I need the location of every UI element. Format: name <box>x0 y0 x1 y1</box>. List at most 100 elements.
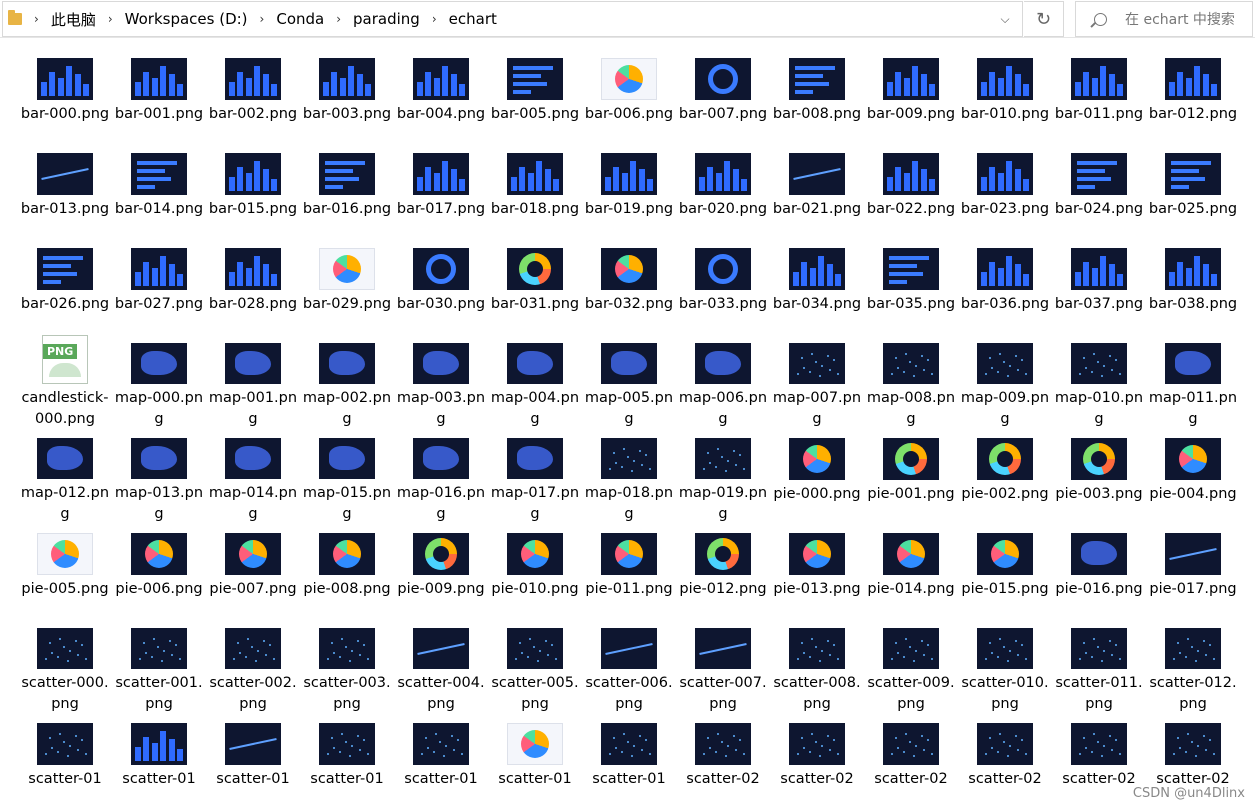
file-item[interactable]: scatter-003.png <box>300 620 394 715</box>
file-item[interactable]: map-015.png <box>300 430 394 525</box>
file-item[interactable]: pie-010.png <box>488 525 582 620</box>
file-item[interactable]: map-000.png <box>112 335 206 430</box>
file-item[interactable]: map-007.png <box>770 335 864 430</box>
file-item[interactable]: map-016.png <box>394 430 488 525</box>
chevron-right-icon[interactable]: › <box>260 12 265 26</box>
file-item[interactable]: map-002.png <box>300 335 394 430</box>
file-item[interactable]: map-008.png <box>864 335 958 430</box>
file-item[interactable]: bar-037.png <box>1052 240 1146 335</box>
file-item[interactable]: bar-001.png <box>112 50 206 145</box>
file-item[interactable]: scatter-004.png <box>394 620 488 715</box>
file-item[interactable]: scatter-01 <box>488 715 582 805</box>
file-item[interactable]: scatter-01 <box>18 715 112 805</box>
file-item[interactable]: bar-011.png <box>1052 50 1146 145</box>
file-item[interactable]: bar-024.png <box>1052 145 1146 240</box>
breadcrumb-parading[interactable]: parading <box>353 10 420 28</box>
file-item[interactable]: pie-002.png <box>958 430 1052 525</box>
file-item[interactable]: pie-003.png <box>1052 430 1146 525</box>
file-item[interactable]: bar-006.png <box>582 50 676 145</box>
file-item[interactable]: bar-026.png <box>18 240 112 335</box>
file-item[interactable]: scatter-008.png <box>770 620 864 715</box>
file-item[interactable]: bar-004.png <box>394 50 488 145</box>
breadcrumb-drive[interactable]: Workspaces (D:) <box>125 10 248 28</box>
file-item[interactable]: pie-009.png <box>394 525 488 620</box>
file-item[interactable]: pie-013.png <box>770 525 864 620</box>
file-item[interactable]: pie-000.png <box>770 430 864 525</box>
file-item[interactable]: scatter-01 <box>112 715 206 805</box>
file-item[interactable]: scatter-002.png <box>206 620 300 715</box>
file-item[interactable]: bar-033.png <box>676 240 770 335</box>
file-item[interactable]: bar-003.png <box>300 50 394 145</box>
file-item[interactable]: map-019.png <box>676 430 770 525</box>
chevron-down-icon[interactable]: ⌵ <box>988 2 1022 36</box>
chevron-right-icon[interactable]: › <box>432 12 437 26</box>
file-item[interactable]: bar-030.png <box>394 240 488 335</box>
file-item[interactable]: bar-013.png <box>18 145 112 240</box>
breadcrumb-this-pc[interactable]: 此电脑 <box>51 9 96 30</box>
file-item[interactable]: bar-035.png <box>864 240 958 335</box>
file-item[interactable]: bar-012.png <box>1146 50 1240 145</box>
file-item[interactable]: map-005.png <box>582 335 676 430</box>
file-item[interactable]: bar-029.png <box>300 240 394 335</box>
file-item[interactable]: bar-025.png <box>1146 145 1240 240</box>
file-item[interactable]: bar-027.png <box>112 240 206 335</box>
refresh-button[interactable]: ↻ <box>1024 1 1064 37</box>
file-item[interactable]: scatter-009.png <box>864 620 958 715</box>
file-item[interactable]: pie-017.png <box>1146 525 1240 620</box>
file-item[interactable]: scatter-02 <box>958 715 1052 805</box>
file-item[interactable]: bar-028.png <box>206 240 300 335</box>
file-item[interactable]: pie-012.png <box>676 525 770 620</box>
file-item[interactable]: bar-032.png <box>582 240 676 335</box>
file-item[interactable]: bar-038.png <box>1146 240 1240 335</box>
file-item[interactable]: bar-009.png <box>864 50 958 145</box>
file-item[interactable]: bar-017.png <box>394 145 488 240</box>
file-item[interactable]: bar-010.png <box>958 50 1052 145</box>
file-item[interactable]: bar-034.png <box>770 240 864 335</box>
file-item[interactable]: bar-022.png <box>864 145 958 240</box>
file-item[interactable]: pie-007.png <box>206 525 300 620</box>
file-item[interactable]: bar-020.png <box>676 145 770 240</box>
file-item[interactable]: map-010.png <box>1052 335 1146 430</box>
file-item[interactable]: scatter-02 <box>864 715 958 805</box>
file-item[interactable]: scatter-001.png <box>112 620 206 715</box>
address-bar[interactable]: › 此电脑 › Workspaces (D:) › Conda › paradi… <box>2 1 1023 37</box>
breadcrumb-echart[interactable]: echart <box>449 10 497 28</box>
file-item[interactable]: scatter-01 <box>582 715 676 805</box>
file-item[interactable]: bar-023.png <box>958 145 1052 240</box>
file-item[interactable]: pie-001.png <box>864 430 958 525</box>
file-item[interactable]: map-012.png <box>18 430 112 525</box>
file-item[interactable]: bar-008.png <box>770 50 864 145</box>
file-item[interactable]: bar-021.png <box>770 145 864 240</box>
file-item[interactable]: bar-002.png <box>206 50 300 145</box>
file-item[interactable]: pie-006.png <box>112 525 206 620</box>
file-item[interactable]: PNG candlestick-000.png <box>18 335 112 430</box>
search-box[interactable]: 在 echart 中搜索 <box>1075 1 1253 37</box>
file-item[interactable]: bar-036.png <box>958 240 1052 335</box>
file-item[interactable]: scatter-012.png <box>1146 620 1240 715</box>
file-item[interactable]: map-011.png <box>1146 335 1240 430</box>
chevron-right-icon[interactable]: › <box>108 12 113 26</box>
file-item[interactable]: pie-004.png <box>1146 430 1240 525</box>
breadcrumb-conda[interactable]: Conda <box>276 10 324 28</box>
file-item[interactable]: bar-016.png <box>300 145 394 240</box>
file-item[interactable]: bar-018.png <box>488 145 582 240</box>
file-item[interactable]: map-006.png <box>676 335 770 430</box>
file-item[interactable]: scatter-02 <box>676 715 770 805</box>
file-item[interactable]: map-017.png <box>488 430 582 525</box>
file-item[interactable]: scatter-01 <box>394 715 488 805</box>
file-item[interactable]: pie-015.png <box>958 525 1052 620</box>
file-item[interactable]: bar-007.png <box>676 50 770 145</box>
file-item[interactable]: scatter-011.png <box>1052 620 1146 715</box>
file-item[interactable]: bar-014.png <box>112 145 206 240</box>
file-item[interactable]: map-001.png <box>206 335 300 430</box>
file-item[interactable]: pie-005.png <box>18 525 112 620</box>
file-item[interactable]: bar-000.png <box>18 50 112 145</box>
file-item[interactable]: scatter-000.png <box>18 620 112 715</box>
file-item[interactable]: bar-019.png <box>582 145 676 240</box>
file-item[interactable]: map-014.png <box>206 430 300 525</box>
file-item[interactable]: scatter-02 <box>770 715 864 805</box>
file-item[interactable]: pie-008.png <box>300 525 394 620</box>
file-item[interactable]: bar-015.png <box>206 145 300 240</box>
chevron-right-icon[interactable]: › <box>34 12 39 26</box>
file-item[interactable]: scatter-006.png <box>582 620 676 715</box>
